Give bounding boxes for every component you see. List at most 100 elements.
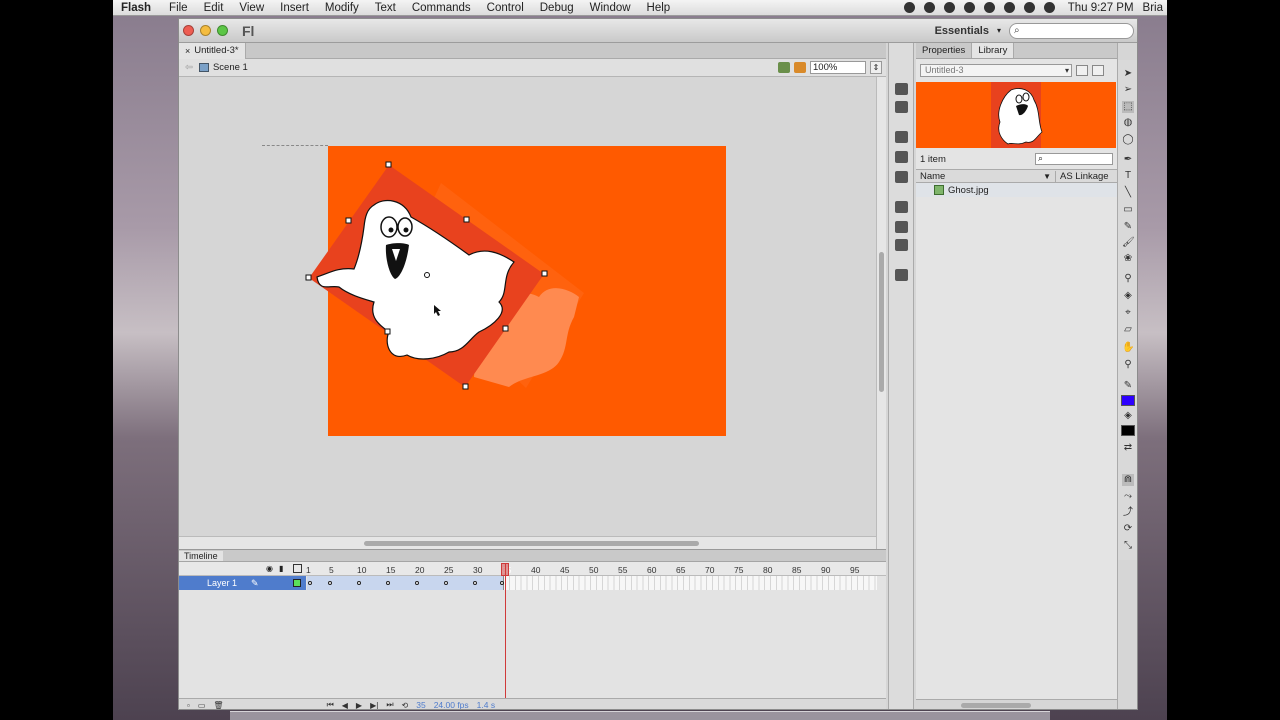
eraser-tool-icon[interactable]: ▱ [1122,324,1134,336]
swatches-panel-icon[interactable] [895,101,908,113]
selection-tool-icon[interactable]: ➤ [1122,68,1134,80]
keyframe[interactable] [500,581,504,585]
zoom-window-button[interactable] [217,25,228,36]
smooth-option-icon[interactable]: ⤳ [1122,491,1134,503]
weather-icon[interactable] [923,2,935,13]
back-arrow-icon[interactable]: ⇦ [179,62,199,73]
align-panel-icon[interactable] [895,131,908,143]
deco-tool-icon[interactable]: ❀ [1122,253,1134,265]
history-panel-icon[interactable] [895,269,908,281]
menubar-user[interactable]: Bria [1143,2,1163,14]
play-icon[interactable]: ▶ [356,701,362,710]
brush-tool-icon[interactable]: 🖌 [1122,237,1135,249]
fill-color-swatch[interactable] [1121,425,1135,436]
snap-to-objects-icon[interactable]: ⋒ [1122,474,1134,486]
delete-layer-icon[interactable]: 🗑 [213,701,223,710]
document-tab[interactable]: × Untitled-3* [179,42,246,59]
tab-timeline[interactable]: Timeline [179,551,223,561]
step-back-icon[interactable]: ◀ [342,701,348,710]
layer-color-swatch[interactable] [293,579,301,587]
straighten-option-icon[interactable]: ⤴ [1122,507,1134,519]
zoom-field[interactable]: 100% [810,61,866,74]
zoom-stepper[interactable]: ⇕ [870,61,882,74]
menu-help[interactable]: Help [639,2,679,14]
loop-icon[interactable]: ⟲ [402,701,409,710]
workspace-label[interactable]: Essentials [935,25,989,37]
hand-tool-icon[interactable]: ✋ [1122,342,1134,354]
code-snippets-icon[interactable] [895,201,908,213]
layer-row[interactable]: Layer 1 ✎ [179,576,886,590]
library-item[interactable]: Ghost.jpg [916,183,1117,197]
column-as-linkage[interactable]: AS Linkage [1055,170,1117,182]
lock-icon[interactable]: ▮ [279,564,288,573]
pencil-tool-icon[interactable]: ✎ [1122,221,1134,233]
volume-icon[interactable] [1043,2,1055,13]
new-folder-icon[interactable]: ▭ [198,701,206,710]
keyframe[interactable] [444,581,448,585]
keyframe[interactable] [473,581,477,585]
layer-name[interactable]: Layer 1 ✎ [179,576,306,590]
vertical-scrollbar[interactable] [876,77,886,549]
keyframe[interactable] [386,581,390,585]
sort-arrow-icon[interactable]: ▼ [1043,172,1051,181]
tab-properties[interactable]: Properties [916,43,973,58]
sync-icon[interactable] [943,2,955,13]
keyframe[interactable] [328,581,332,585]
tab-library[interactable]: Library [972,43,1015,58]
transform-panel-icon[interactable] [895,171,908,183]
keyframe[interactable] [357,581,361,585]
motion-presets-icon[interactable] [895,239,908,251]
headphones-icon[interactable] [903,2,915,13]
layer-frames[interactable] [307,576,877,590]
help-search-input[interactable]: ⌕ [1009,22,1134,39]
menu-view[interactable]: View [231,2,272,14]
wifi-icon[interactable] [1023,2,1035,13]
menu-control[interactable]: Control [479,2,532,14]
keyframe[interactable] [308,581,312,585]
pasteboard[interactable] [179,77,876,536]
eye-icon[interactable]: ◉ [266,564,275,573]
menu-app-name[interactable]: Flash [113,2,161,14]
frame-rate[interactable]: 24.00 fps [434,700,469,709]
keyframe[interactable] [415,581,419,585]
edit-symbols-icon[interactable] [794,62,806,73]
close-window-button[interactable] [183,25,194,36]
transform-pivot[interactable] [424,272,430,278]
components-icon[interactable] [895,221,908,233]
menu-commands[interactable]: Commands [404,2,479,14]
outline-icon[interactable] [293,564,302,573]
3d-rotation-tool-icon[interactable]: ◍ [1122,117,1134,129]
menu-window[interactable]: Window [582,2,639,14]
minimize-window-button[interactable] [200,25,211,36]
last-frame-icon[interactable]: ⏭ [386,700,393,709]
chevron-down-icon[interactable]: ▾ [997,26,1001,35]
menu-file[interactable]: File [161,2,196,14]
stroke-color-swatch[interactable] [1121,395,1135,406]
new-library-panel-icon[interactable] [1092,65,1104,76]
rectangle-tool-icon[interactable]: ▭ [1122,204,1134,216]
library-document-select[interactable]: Untitled-3 ▾ [920,64,1072,77]
library-search-input[interactable]: ⌕ [1035,153,1113,165]
subselection-tool-icon[interactable]: ➢ [1122,84,1134,96]
column-name[interactable]: Name [920,171,945,182]
bluetooth-icon[interactable] [1003,2,1015,13]
step-forward-icon[interactable]: ▶| [370,701,378,710]
record-icon[interactable] [963,2,975,13]
eyedropper-tool-icon[interactable]: ⌖ [1122,307,1134,319]
current-frame[interactable]: 35 [416,700,425,709]
new-layer-icon[interactable]: ▫ [187,701,190,710]
horizontal-scrollbar[interactable] [179,536,876,549]
menu-text[interactable]: Text [367,2,404,14]
menu-modify[interactable]: Modify [317,2,367,14]
menu-insert[interactable]: Insert [272,2,317,14]
bone-tool-icon[interactable]: ⚲ [1122,273,1134,285]
scale-option-icon[interactable]: ⤡ [1122,540,1134,552]
edit-scene-icon[interactable] [778,62,790,73]
line-tool-icon[interactable]: ╲ [1122,187,1134,199]
info-panel-icon[interactable] [895,151,908,163]
scene-breadcrumb[interactable]: Scene 1 [213,62,248,73]
zoom-tool-icon[interactable]: ⚲ [1122,359,1134,371]
paint-bucket-tool-icon[interactable]: ◈ [1122,290,1134,302]
frame-ruler[interactable]: ◉ ▮ 1 5 10 15 20 25 30 35 40 45 50 55 60… [179,562,886,576]
first-frame-icon[interactable]: ⏮ [327,700,334,709]
